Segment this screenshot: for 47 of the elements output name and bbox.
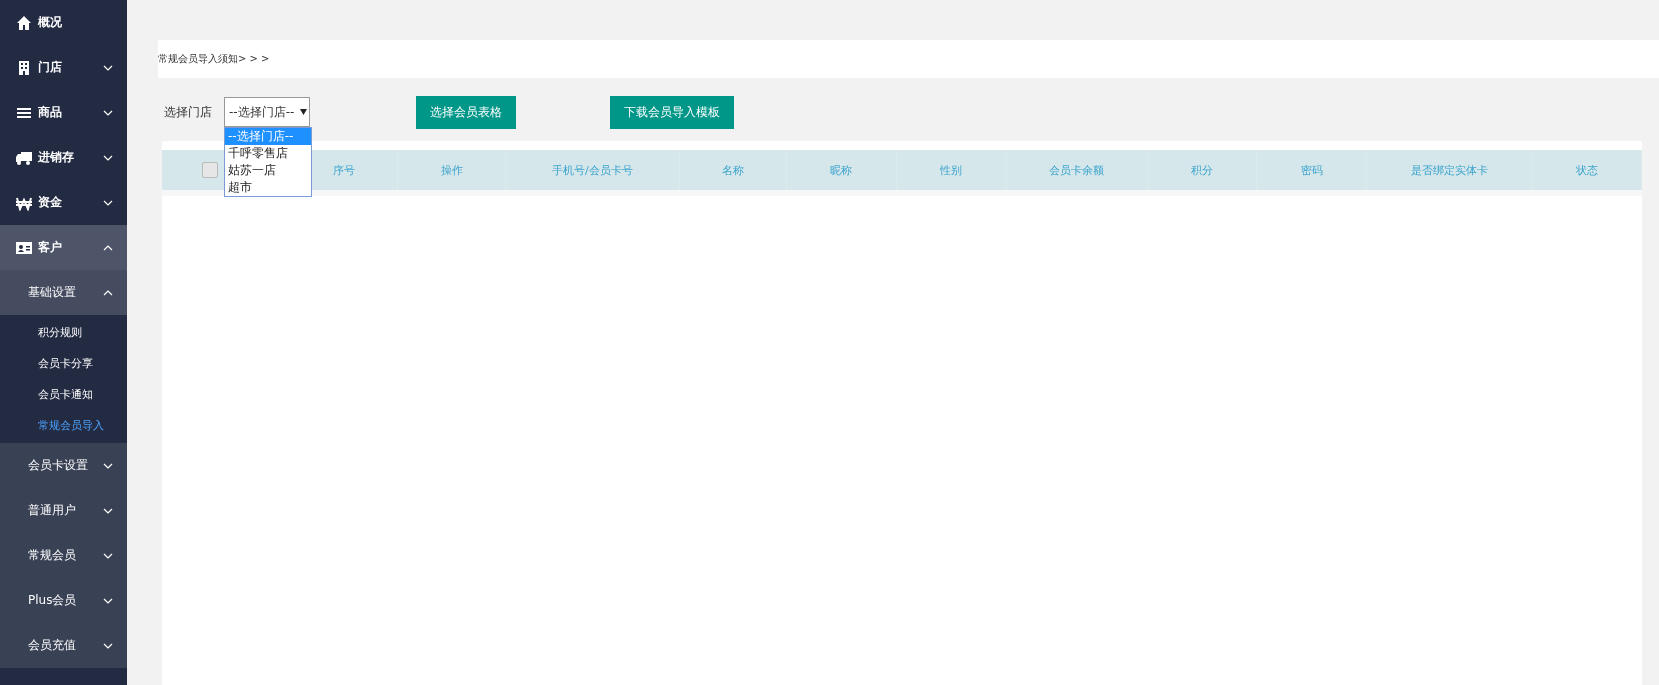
chevron-icon (103, 199, 113, 206)
sidebar-link[interactable]: 会员卡通知 (0, 379, 127, 410)
sidebar-item[interactable]: 商品 (0, 90, 127, 135)
chevron-icon (103, 64, 113, 71)
column-header: 手机号/会员卡号 (506, 150, 680, 190)
sidebar-subitem[interactable]: 常规会员 (0, 533, 127, 578)
sidebar-link[interactable]: 会员卡分享 (0, 348, 127, 379)
column-header: 会员卡余额 (1006, 150, 1148, 190)
sidebar-link[interactable]: 积分规则 (0, 317, 127, 348)
select-all-checkbox[interactable] (202, 162, 218, 178)
chevron-icon (103, 552, 113, 559)
column-header: 昵称 (786, 150, 897, 190)
download-template-button[interactable]: 下载会员导入模板 (610, 95, 734, 129)
chevron-icon (103, 642, 113, 649)
sidebar-item[interactable]: 门店 (0, 45, 127, 90)
column-header: 性别 (896, 150, 1007, 190)
column-header: 密码 (1257, 150, 1368, 190)
sidebar-subitem[interactable]: 会员卡设置 (0, 443, 127, 488)
column-header: 状态 (1532, 150, 1642, 190)
sidebar-item[interactable]: 概况 (0, 0, 127, 45)
column-header: 是否绑定实体卡 (1367, 150, 1533, 190)
sidebar-subitem[interactable]: 会员充值 (0, 623, 127, 668)
sidebar-item[interactable]: 进销存 (0, 135, 127, 180)
chevron-icon (103, 462, 113, 469)
chevron-icon (103, 507, 113, 514)
truck-icon (16, 149, 32, 166)
column-header: 操作 (398, 150, 507, 190)
sidebar-link[interactable]: 常规会员导入 (0, 410, 127, 441)
sidebar-item[interactable]: 客户 (0, 225, 127, 270)
sidebar-item[interactable]: 资金 (0, 180, 127, 225)
chevron-icon (103, 244, 113, 251)
choose-file-button[interactable]: 选择会员表格 (416, 95, 516, 129)
chevron-icon (103, 109, 113, 116)
dropdown-arrow-icon (300, 109, 308, 115)
sidebar-subitem[interactable]: 普通用户 (0, 488, 127, 533)
chevron-icon (103, 597, 113, 604)
store-label: 选择门店 (164, 103, 212, 121)
chevron-icon (103, 289, 113, 296)
notice-link[interactable]: 常规会员导入须知> > > (158, 52, 270, 66)
building-icon (16, 59, 32, 76)
sidebar-subitem[interactable]: Plus会员 (0, 578, 127, 623)
sidebar-subitem[interactable]: 基础设置 (0, 270, 127, 315)
card-icon (16, 239, 32, 256)
chevron-icon (103, 154, 113, 161)
column-header: 积分 (1147, 150, 1257, 190)
column-header: 名称 (679, 150, 787, 190)
home-icon (16, 14, 32, 31)
